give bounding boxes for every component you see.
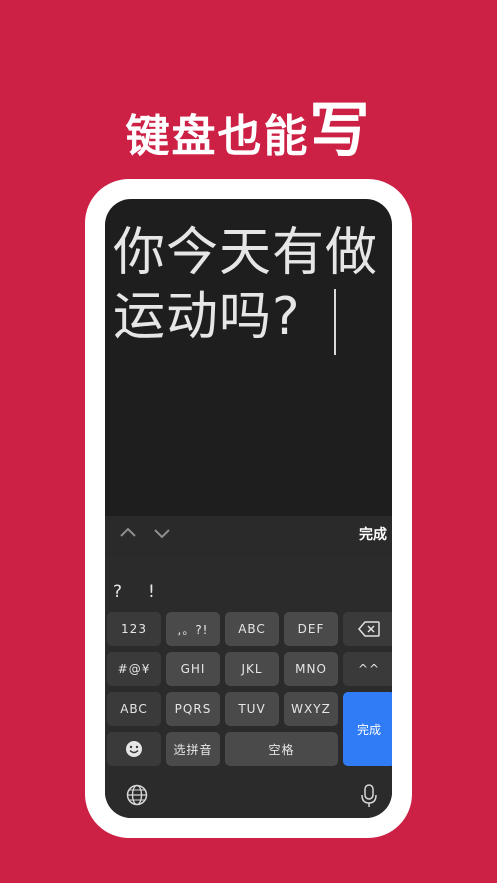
key-mno[interactable]: MNO	[284, 652, 338, 686]
headline: 键盘也能写	[0, 82, 497, 169]
key-abc[interactable]: ABC	[225, 612, 279, 646]
globe-icon[interactable]	[125, 783, 149, 807]
key-punctuation[interactable]: ,。?!	[166, 612, 220, 646]
headline-main: 键盘也能	[125, 111, 310, 162]
emoji-key[interactable]	[107, 732, 161, 766]
chevron-down-icon[interactable]	[151, 524, 173, 546]
done-button[interactable]: 完成	[359, 524, 387, 546]
key-ghi[interactable]: GHI	[166, 652, 220, 686]
headline-emphasis: 写	[309, 96, 372, 166]
key-123[interactable]: 123	[107, 612, 161, 646]
phone-screen: 你今天有做 运动吗? 完成 ? ! 123 ,。?! ABC DEF #@¥ G…	[105, 199, 392, 818]
enter-done-key[interactable]: 完成	[343, 692, 392, 766]
microphone-icon[interactable]	[357, 783, 381, 809]
key-jkl[interactable]: JKL	[225, 652, 279, 686]
candidate-exclamation[interactable]: !	[148, 582, 155, 602]
key-abc-mode[interactable]: ABC	[107, 692, 161, 726]
keyboard: ? ! 123 ,。?! ABC DEF #@¥ GHI JKL MNO ^^ …	[105, 556, 392, 818]
chevron-up-icon[interactable]	[117, 524, 139, 546]
key-wxyz[interactable]: WXYZ	[284, 692, 338, 726]
text-editor[interactable]: 你今天有做 运动吗?	[113, 221, 392, 349]
backspace-icon	[358, 621, 380, 637]
key-symbols[interactable]: #@¥	[107, 652, 161, 686]
candidate-bar: ? !	[105, 556, 392, 608]
backspace-key[interactable]	[343, 612, 392, 646]
key-tuv[interactable]: TUV	[225, 692, 279, 726]
candidate-question[interactable]: ?	[113, 582, 122, 602]
editor-line-1: 你今天有做	[113, 223, 379, 283]
keyboard-toolbar: 完成	[105, 516, 392, 556]
emoji-icon	[126, 741, 142, 757]
space-key[interactable]: 空格	[225, 732, 338, 766]
key-def[interactable]: DEF	[284, 612, 338, 646]
editor-line-2: 运动吗?	[113, 287, 301, 347]
key-pqrs[interactable]: PQRS	[166, 692, 220, 726]
text-cursor	[334, 289, 336, 355]
key-pinyin-select[interactable]: 选拼音	[166, 732, 220, 766]
key-emoticon[interactable]: ^^	[343, 652, 392, 686]
